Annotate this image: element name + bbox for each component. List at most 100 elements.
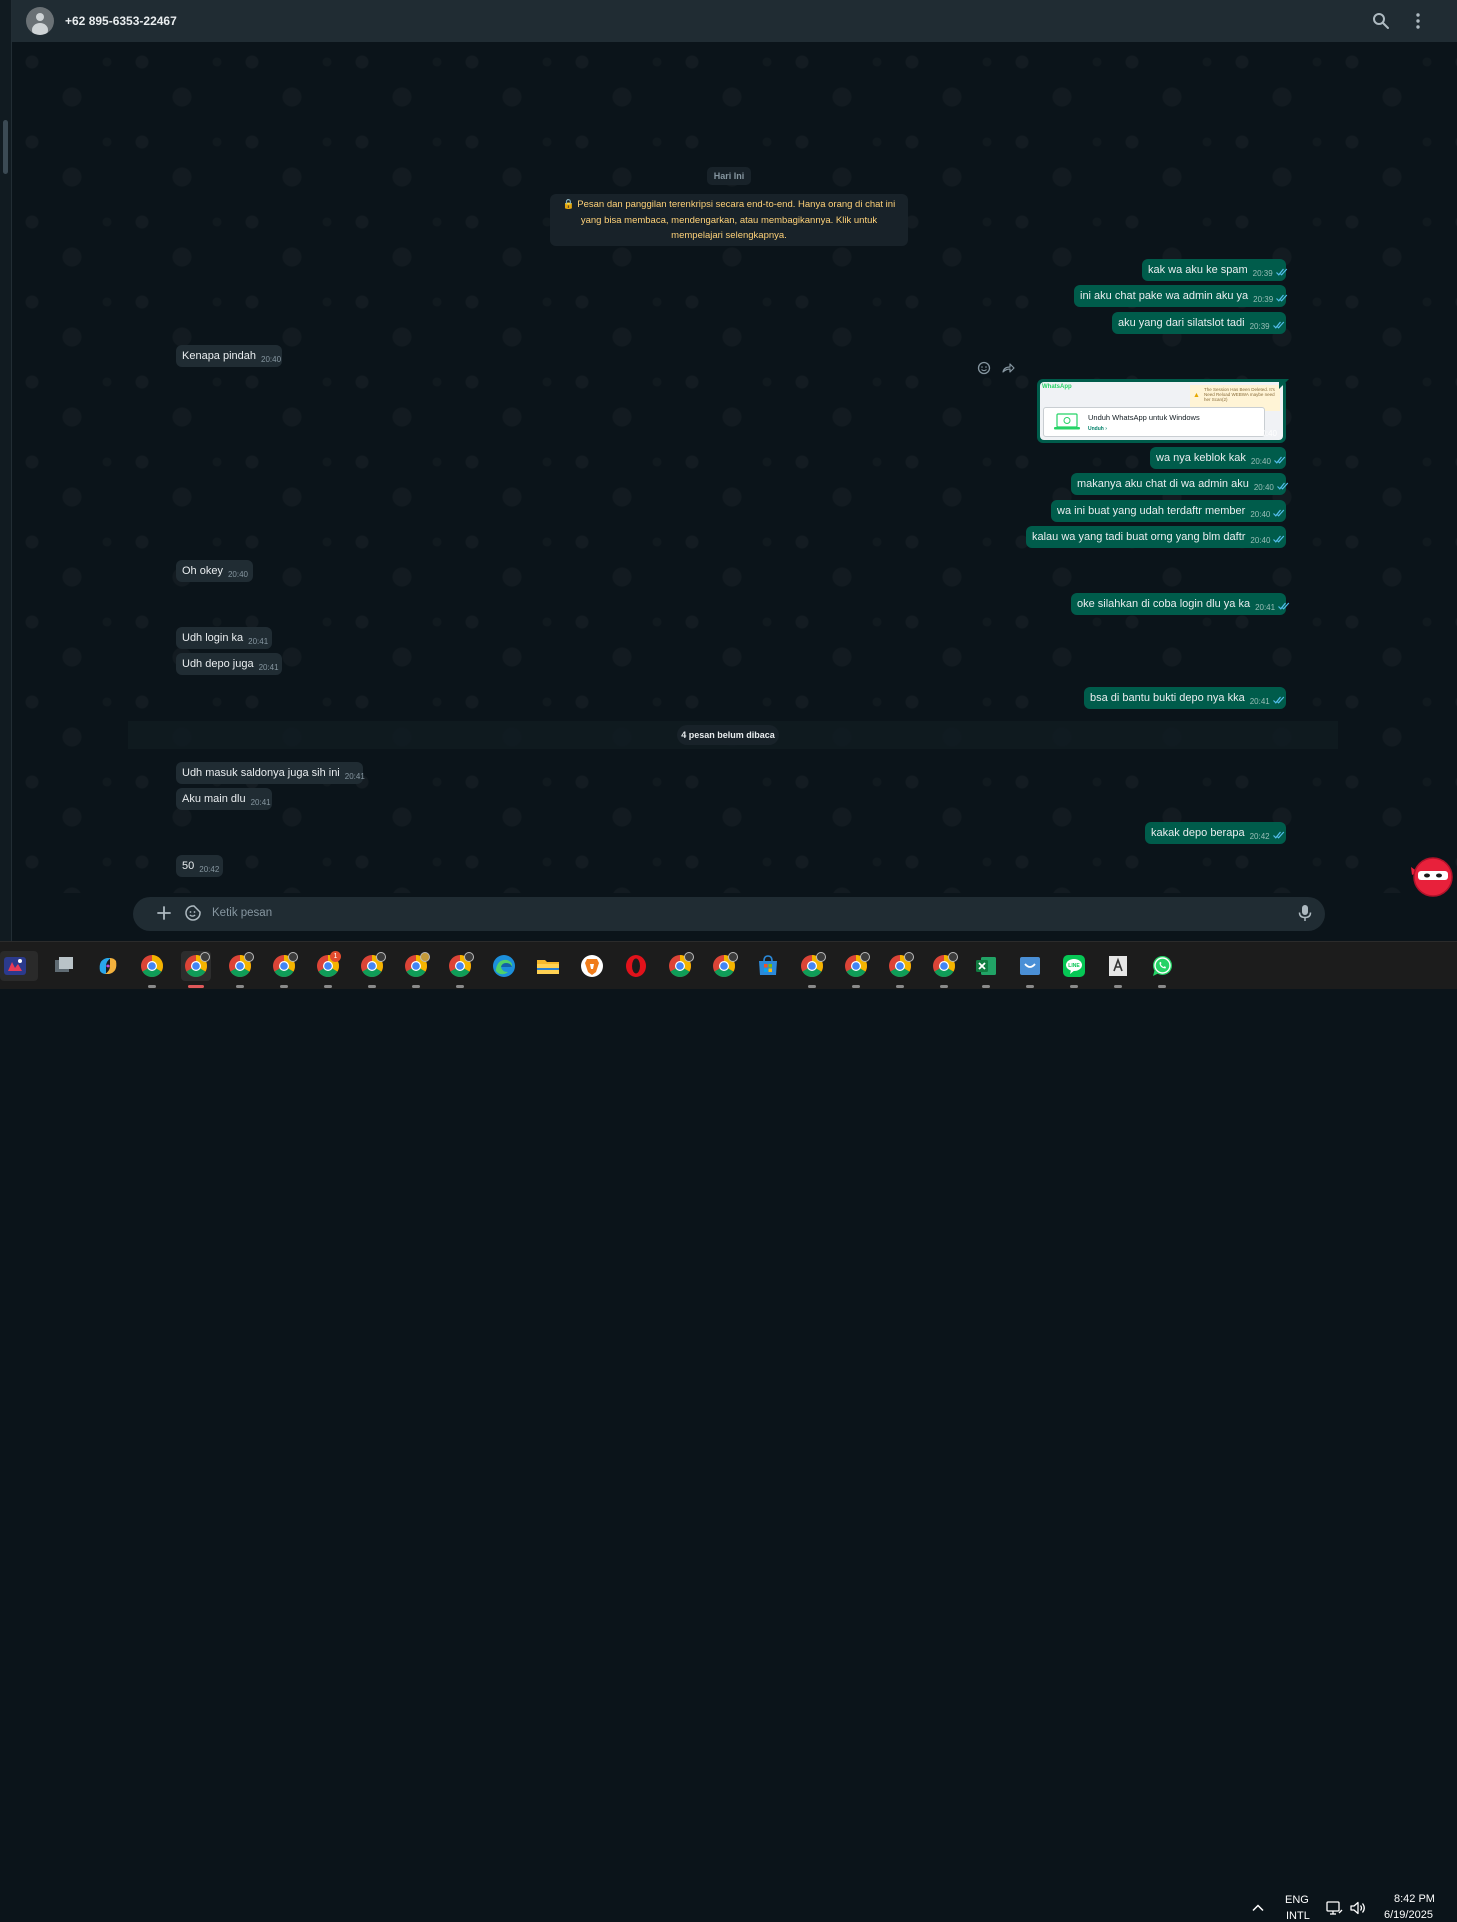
taskbar-edge[interactable] [489, 951, 519, 981]
message-bubble-incoming[interactable]: Udh masuk saldonya juga sih ini 20:41 [176, 762, 365, 784]
message-text: bsa di bantu bukti depo nya kka [1090, 692, 1245, 704]
taskbar-chrome[interactable] [445, 951, 475, 988]
message-bubble-outgoing[interactable]: kakak depo berapa 20:42 [1145, 822, 1286, 844]
chat-header[interactable]: +62 895-6353-22467 [12, 0, 1457, 42]
read-ticks-icon [1278, 602, 1290, 610]
message-time: 20:41 [250, 798, 271, 807]
message-list[interactable]: Hari Ini 🔒 Pesan dan panggilan terenkrip… [12, 42, 1457, 893]
sticker-icon[interactable] [184, 904, 202, 922]
taskbar-chrome[interactable] [269, 951, 299, 988]
message-bubble-incoming[interactable]: 50 20:42 [176, 855, 223, 877]
side-scrollbar[interactable] [3, 120, 8, 174]
taskbar-line[interactable]: LINE [1059, 951, 1089, 988]
clock-time[interactable]: 8:42 PM [1394, 1893, 1435, 1905]
message-bubble-incoming[interactable]: Aku main dlu 20:41 [176, 788, 272, 810]
start-button[interactable] [0, 951, 38, 981]
message-bubble-incoming[interactable]: Oh okey 20:40 [176, 560, 253, 582]
windows-taskbar: 1 LINE ENG INTL 8:42 PM 6/19/2025 [0, 941, 1457, 1922]
input-layout[interactable]: INTL [1286, 1910, 1310, 1922]
forward-icon[interactable] [1000, 360, 1016, 376]
taskbar-whatsapp[interactable] [1147, 951, 1177, 988]
running-indicator [280, 985, 288, 988]
edge-icon [493, 955, 515, 977]
taskbar-copilot[interactable] [93, 951, 123, 981]
running-indicator [412, 985, 420, 988]
message-bubble-incoming[interactable]: Udh depo juga 20:41 [176, 653, 282, 675]
taskbar-chrome[interactable] [709, 951, 739, 981]
taskbar-chrome[interactable] [797, 951, 827, 988]
volume-icon[interactable] [1349, 1899, 1367, 1917]
message-time: 20:41 [1255, 603, 1276, 612]
excel-icon [976, 957, 996, 975]
network-icon[interactable] [1325, 1899, 1343, 1917]
running-indicator [1114, 985, 1122, 988]
taskbar-brave[interactable] [577, 951, 607, 981]
search-icon[interactable] [1371, 11, 1391, 31]
profile-badge [728, 952, 738, 962]
message-bubble-incoming[interactable]: Udh login ka 20:41 [176, 627, 272, 649]
message-bubble-outgoing[interactable]: kalau wa yang tadi buat orng yang blm da… [1026, 526, 1286, 548]
image-attachment[interactable]: WhatsApp ▲ The Session Has Been Deleted.… [1040, 382, 1283, 440]
taskbar-chrome[interactable]: 1 [313, 951, 343, 988]
read-ticks-icon [1273, 509, 1285, 517]
message-bubble-outgoing[interactable]: aku yang dari silatslot tadi 20:39 [1112, 312, 1286, 334]
read-ticks-icon [1276, 294, 1288, 302]
message-text: Udh depo juga [182, 658, 254, 670]
taskbar-chrome[interactable] [357, 951, 387, 988]
message-bubble-outgoing[interactable]: wa nya keblok kak 20:40 [1150, 447, 1286, 469]
taskbar-excel[interactable] [971, 951, 1001, 988]
message-time: 20:42 [1249, 832, 1270, 841]
message-bubble-outgoing[interactable]: ini aku chat pake wa admin aku ya 20:39 [1074, 285, 1288, 307]
taskbar-microsoft-store[interactable] [753, 951, 783, 981]
microphone-icon[interactable] [1296, 903, 1314, 923]
message-bubble-incoming[interactable]: Kenapa pindah 20:40 [176, 345, 282, 367]
taskbar-chrome[interactable] [885, 951, 915, 988]
profile-badge [948, 952, 958, 962]
image-message-bubble[interactable]: WhatsApp ▲ The Session Has Been Deleted.… [1037, 379, 1286, 443]
taskbar-chrome-active[interactable] [181, 951, 211, 988]
taskbar-chrome[interactable] [401, 951, 431, 988]
profile-badge [420, 952, 430, 962]
taskbar-chrome[interactable] [225, 951, 255, 988]
message-bubble-outgoing[interactable]: makanya aku chat di wa admin aku 20:40 [1071, 473, 1289, 495]
message-text: aku yang dari silatslot tadi [1118, 317, 1245, 329]
message-bubble-outgoing[interactable]: bsa di bantu bukti depo nya kka 20:41 [1084, 687, 1286, 709]
chevron-up-icon[interactable] [1250, 1900, 1266, 1916]
task-view-icon [55, 957, 73, 972]
message-text: Oh okey [182, 565, 223, 577]
laptop-icon [1054, 413, 1080, 430]
clock-date[interactable]: 6/19/2025 [1384, 1909, 1433, 1921]
read-ticks-icon [1273, 456, 1286, 464]
image-card-link: Unduh › [1088, 426, 1107, 432]
message-bubble-outgoing[interactable]: kak wa aku ke spam 20:39 [1142, 259, 1287, 281]
read-ticks-icon [1272, 696, 1285, 704]
taskbar-file-explorer[interactable] [533, 951, 563, 981]
chrome-icon [141, 955, 163, 977]
taskbar-chrome[interactable] [929, 951, 959, 988]
more-vertical-icon[interactable] [1408, 11, 1428, 31]
message-bubble-outgoing[interactable]: wa ini buat yang udah terdaftr member 20:… [1051, 500, 1286, 522]
message-text: Udh masuk saldonya juga sih ini [182, 767, 340, 779]
contact-name[interactable]: +62 895-6353-22467 [65, 14, 177, 28]
plus-icon[interactable] [155, 904, 173, 922]
taskbar-chrome[interactable] [137, 951, 167, 988]
profile-badge [860, 952, 870, 962]
read-ticks-icon [1272, 831, 1284, 839]
message-input[interactable] [212, 904, 1282, 922]
taskbar-chrome[interactable] [665, 951, 695, 981]
taskbar-task-view[interactable] [49, 951, 79, 981]
taskbar-font-viewer[interactable] [1103, 951, 1133, 988]
message-bubble-outgoing[interactable]: oke silahkan di coba login dlu ya ka 20:4… [1071, 593, 1290, 615]
floating-mascot-icon[interactable] [1408, 853, 1454, 899]
profile-badge [816, 952, 826, 962]
encryption-notice[interactable]: 🔒 Pesan dan panggilan terenkripsi secara… [550, 194, 908, 246]
taskbar-screenshot-tool[interactable] [1015, 951, 1045, 988]
taskbar-opera[interactable] [621, 951, 651, 981]
message-time: 20:40 [1253, 483, 1274, 492]
react-emoji-icon[interactable] [976, 360, 992, 376]
input-language[interactable]: ENG [1285, 1894, 1309, 1906]
person-avatar-icon[interactable] [26, 7, 54, 35]
taskbar-chrome[interactable] [841, 951, 871, 988]
message-time: 20:41 [1249, 697, 1270, 706]
profile-badge [904, 952, 914, 962]
